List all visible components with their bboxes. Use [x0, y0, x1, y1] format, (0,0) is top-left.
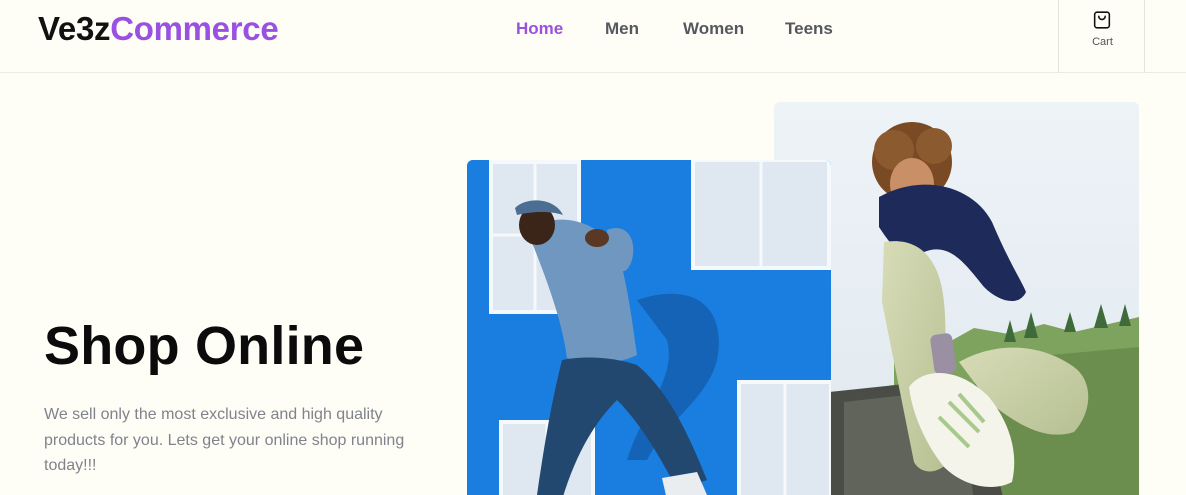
logo-text-primary: Ve3z — [38, 10, 111, 47]
nav-item-home[interactable]: Home — [516, 19, 563, 39]
nav-item-men[interactable]: Men — [605, 19, 639, 39]
hero-description: We sell only the most exclusive and high… — [44, 406, 405, 474]
man-photo-illustration — [467, 160, 831, 495]
cart-button[interactable]: Cart — [1058, 0, 1145, 73]
logo-text-accent: Commerce — [110, 10, 279, 47]
hero-image-man — [467, 160, 831, 495]
nav-item-teens[interactable]: Teens — [785, 19, 833, 39]
cart-label: Cart — [1092, 36, 1113, 48]
nav-item-women[interactable]: Women — [683, 19, 744, 39]
site-header: Ve3zCommerce Home Men Women Teens Cart — [0, 0, 1186, 73]
site-logo[interactable]: Ve3zCommerce — [38, 10, 279, 48]
hero-title: Shop Online — [44, 316, 365, 376]
shopping-bag-icon — [1093, 11, 1111, 29]
